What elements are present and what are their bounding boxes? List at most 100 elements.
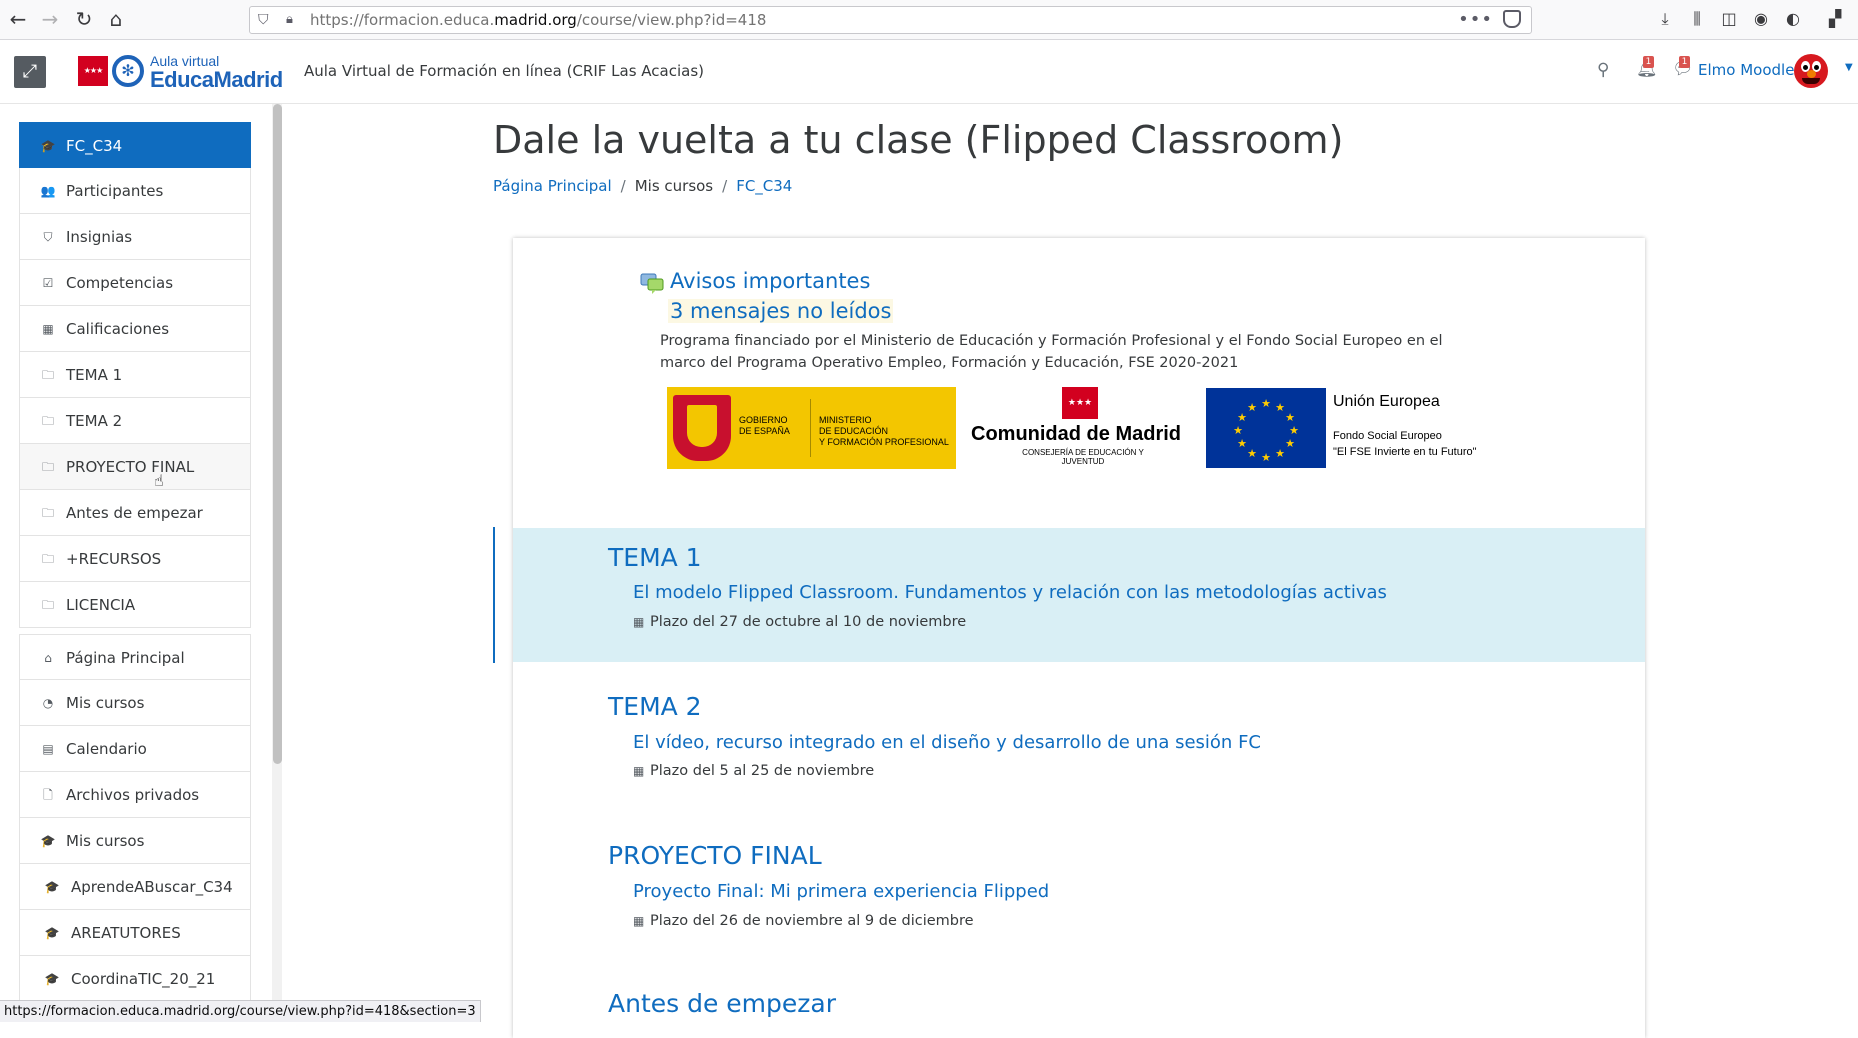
expand-drawer-icon[interactable]: ⤢ — [14, 56, 46, 88]
tracking-shield-icon[interactable]: ⛉ — [258, 11, 276, 29]
madrid-flag-logo[interactable]: ★★★ — [78, 56, 108, 86]
user-menu-name[interactable]: Elmo Moodler — [1698, 61, 1801, 79]
section-title[interactable]: TEMA 1 — [608, 543, 702, 572]
course-section-tema-1: TEMA 1 El modelo Flipped Classroom. Fund… — [513, 528, 1645, 662]
section-date: ▦ Plazo del 5 al 25 de noviembre — [633, 763, 875, 779]
library-icon[interactable]: ⫼ — [1686, 8, 1708, 30]
notification-count-badge: 1 — [1643, 56, 1654, 68]
eu-logo-sub: Fondo Social Europeo "El FSE Invierte en … — [1333, 430, 1477, 458]
funding-text: Programa financiado por el Ministerio de… — [660, 333, 1443, 371]
folder-icon: 🗀 — [41, 368, 54, 382]
educamadrid-logo-icon[interactable]: ✻ — [112, 55, 144, 87]
graduation-cap-icon: 🎓 — [44, 972, 60, 986]
folder-icon: 🗀 — [41, 506, 54, 520]
sidebar-item-archivos-privados[interactable]: 🗋 Archivos privados — [19, 772, 251, 818]
sidebar-item-areatutores[interactable]: 🎓 AREATUTORES — [19, 910, 251, 956]
sidebar-item-calendario[interactable]: ▤ Calendario — [19, 726, 251, 772]
section-title[interactable]: TEMA 2 — [608, 692, 702, 721]
sidebar-item-label: FC_C34 — [66, 137, 123, 155]
sidebar-icon[interactable]: ◫ — [1718, 8, 1740, 30]
search-icon[interactable]: ⚲ — [1597, 60, 1609, 80]
section-activity-link[interactable]: Proyecto Final: Mi primera experiencia F… — [633, 881, 1049, 902]
folder-icon: 🗀 — [41, 552, 54, 566]
folder-icon: 🗀 — [41, 460, 54, 474]
message-count-badge: 1 — [1679, 56, 1690, 68]
section-title[interactable]: Antes de empezar — [608, 989, 836, 1018]
downloads-icon[interactable]: ⤓ — [1654, 8, 1676, 30]
sidebar-item-licencia[interactable]: 🗀 LICENCIA — [19, 582, 251, 628]
course-section-proyecto-final: PROYECTO FINAL Proyecto Final: Mi primer… — [513, 828, 1645, 956]
account-icon[interactable]: ◉ — [1750, 8, 1772, 30]
extensions-puzzle-icon[interactable]: ▞ — [1824, 8, 1846, 30]
section-activity-link[interactable]: El modelo Flipped Classroom. Fundamentos… — [633, 582, 1387, 603]
sidebar-item-competencias[interactable]: ☑ Competencias — [19, 260, 251, 306]
forward-arrow-icon[interactable]: → — [36, 5, 64, 33]
address-bar[interactable]: ⛉ 🔒︎ https://formacion.educa.madrid.org/… — [249, 6, 1532, 34]
url-text[interactable]: https://formacion.educa.madrid.org/cours… — [310, 11, 766, 29]
avatar[interactable] — [1794, 54, 1828, 88]
home-icon[interactable]: ⌂ — [102, 5, 130, 33]
madrid-stars-icon: ★★★ — [1062, 387, 1098, 419]
pocket-icon[interactable] — [1503, 10, 1521, 28]
sidebar-item-course[interactable]: 🎓 FC_C34 — [19, 122, 251, 168]
sidebar-item-tema-2[interactable]: 🗀 TEMA 2 — [19, 398, 251, 444]
lock-icon[interactable]: 🔒︎ — [286, 11, 304, 29]
reload-icon[interactable]: ↻ — [70, 5, 98, 33]
svg-text:★: ★ — [1247, 401, 1257, 414]
svg-text:★: ★ — [1247, 447, 1257, 460]
sidebar-item-mis-cursos-dashboard[interactable]: ◔ Mis cursos — [19, 680, 251, 726]
back-arrow-icon[interactable]: ← — [4, 5, 32, 33]
sidebar-item-label: Página Principal — [66, 649, 185, 667]
sidebar-item-mis-cursos[interactable]: 🎓 Mis cursos — [19, 818, 251, 864]
home-icon: ⌂ — [44, 651, 52, 665]
check-square-icon: ☑ — [42, 276, 54, 290]
sidebar-item-label: Competencias — [66, 274, 174, 292]
sidebar-item-label: Antes de empezar — [66, 504, 203, 522]
extension-icon[interactable]: ◐ — [1782, 8, 1804, 30]
calendar-icon: ▤ — [42, 742, 54, 756]
page-actions-icon[interactable]: ••• — [1458, 9, 1493, 30]
sidebar-item-tema-1[interactable]: 🗀 TEMA 1 — [19, 352, 251, 398]
sidebar-item-recursos[interactable]: 🗀 +RECURSOS — [19, 536, 251, 582]
drawer-scrollbar-thumb[interactable] — [273, 104, 282, 764]
svg-text:★: ★ — [1285, 411, 1295, 424]
sidebar-item-antes-de-empezar[interactable]: 🗀 Antes de empezar — [19, 490, 251, 536]
section-activity-link[interactable]: El vídeo, recurso integrado en el diseño… — [633, 732, 1261, 753]
breadcrumb: Página Principal / Mis cursos / FC_C34 — [493, 177, 792, 195]
sidebar-item-label: Mis cursos — [66, 832, 145, 850]
sidebar-item-participantes[interactable]: 👥 Participantes — [19, 168, 251, 214]
site-header: ⤢ ★★★ ✻ Aula virtual EducaMadrid Aula Vi… — [0, 40, 1858, 104]
graduation-cap-icon: 🎓 — [44, 880, 60, 894]
svg-text:★: ★ — [1233, 424, 1243, 437]
breadcrumb-home-link[interactable]: Página Principal — [493, 177, 612, 195]
breadcrumb-course-link[interactable]: FC_C34 — [736, 177, 792, 195]
cm-logo-name: Comunidad de Madrid — [971, 423, 1181, 445]
logo-divider — [810, 399, 811, 457]
sidebar-item-coordinatic[interactable]: 🎓 CoordinaTIC_20_21 — [19, 956, 251, 1002]
site-name[interactable]: Aula Virtual de Formación en línea (CRIF… — [304, 62, 704, 80]
forum-link-avisos[interactable]: Avisos importantes — [670, 269, 870, 293]
section-title[interactable]: PROYECTO FINAL — [608, 841, 822, 870]
gobierno-espana-logo: GOBIERNO DE ESPAÑA MINISTERIO DE EDUCACIÓN… — [667, 387, 956, 469]
sidebar-item-label: TEMA 1 — [66, 366, 123, 384]
sidebar-item-proyecto-final[interactable]: 🗀 PROYECTO FINAL — [19, 444, 251, 490]
chevron-down-icon[interactable]: ▼ — [1845, 62, 1853, 73]
folder-icon: 🗀 — [41, 414, 54, 428]
sidebar-item-label: Participantes — [66, 182, 164, 200]
svg-text:★: ★ — [1275, 447, 1285, 460]
gob-logo-text: GOBIERNO DE ESPAÑA — [739, 415, 790, 436]
sidebar-item-pagina-principal[interactable]: ⌂ Página Principal — [19, 634, 251, 680]
sidebar-item-calificaciones[interactable]: ▦ Calificaciones — [19, 306, 251, 352]
section-date: ▦ Plazo del 27 de octubre al 10 de noviem… — [633, 614, 967, 630]
unread-messages-link[interactable]: 3 mensajes no leídos — [668, 299, 894, 323]
sidebar-item-label: AREATUTORES — [71, 924, 181, 942]
calendar-icon: ▦ — [633, 764, 645, 778]
dashboard-icon: ◔ — [42, 696, 54, 710]
sidebar-item-insignias[interactable]: ⛉ Insignias — [19, 214, 251, 260]
logo-title[interactable]: EducaMadrid — [150, 67, 283, 93]
page-title: Dale la vuelta a tu clase (Flipped Class… — [493, 118, 1344, 162]
breadcrumb-separator: / — [722, 177, 728, 195]
graduation-cap-icon: 🎓 — [40, 834, 56, 848]
sidebar-item-aprendeabuscar[interactable]: 🎓 AprendeABuscar_C34 — [19, 864, 251, 910]
link-status-bar: https://formacion.educa.madrid.org/cours… — [0, 1000, 481, 1022]
